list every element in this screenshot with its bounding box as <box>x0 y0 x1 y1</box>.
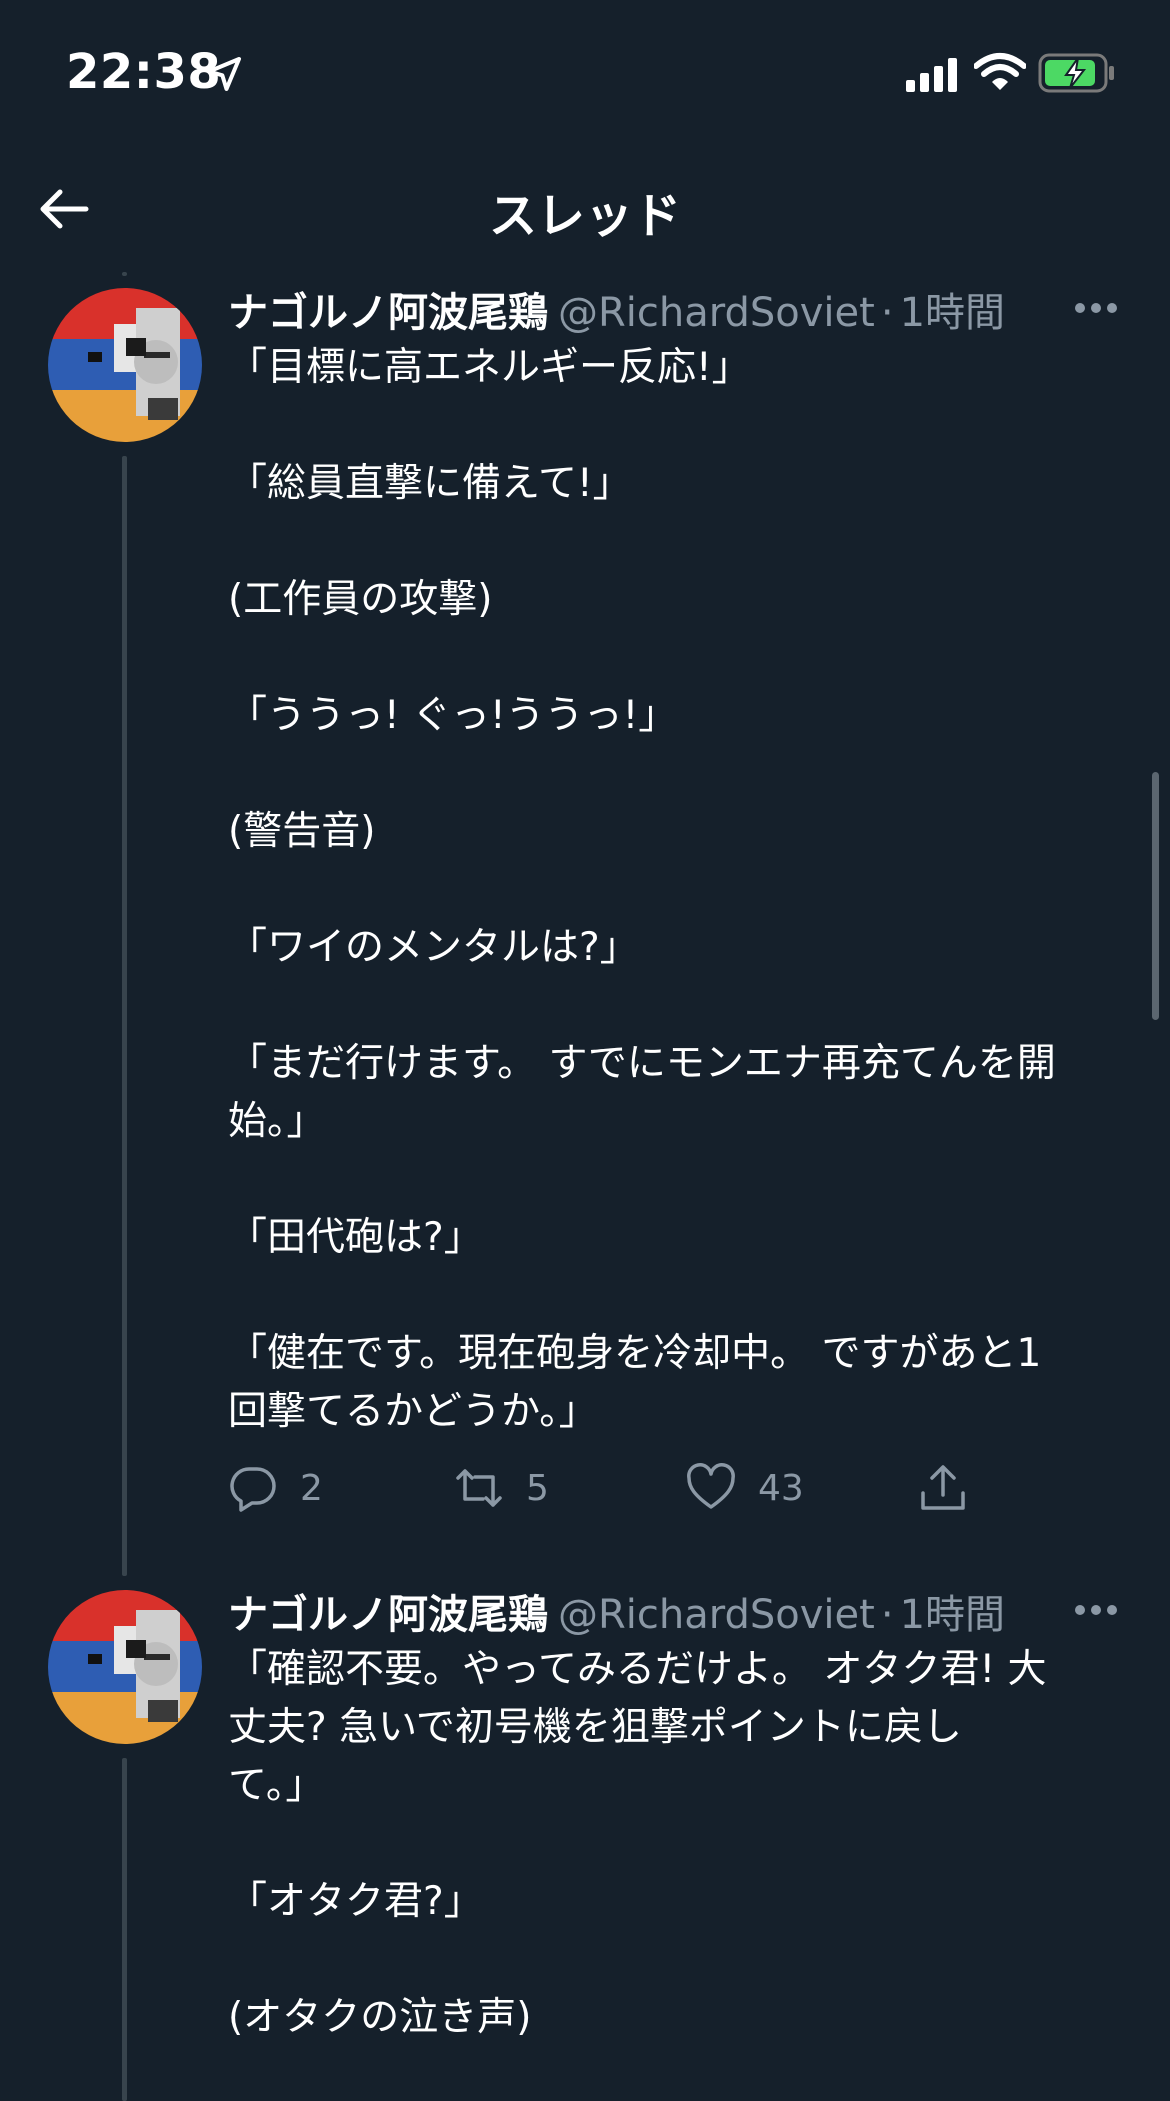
reply-button[interactable]: 2 <box>228 1458 323 1518</box>
tweet-text-line: 回撃てるかどうか。」 <box>228 1389 598 1434</box>
cellular-signal-icon <box>906 58 957 92</box>
avatar[interactable] <box>48 1590 202 1744</box>
retweet-icon <box>456 1469 502 1507</box>
tweet-text-line: (警告音) <box>228 809 376 854</box>
tweet-text-line: て。」 <box>228 1763 325 1808</box>
separator-dot: · <box>880 290 894 336</box>
heart-icon <box>687 1463 735 1509</box>
tweet-text-line: 「目標に高エネルギー反応!」 <box>228 345 751 390</box>
author-handle[interactable]: @RichardSoviet <box>558 1592 875 1638</box>
thread-connector <box>122 456 127 1576</box>
tweet-text-line: 始。」 <box>228 1099 326 1144</box>
tweet-text-line: (工作員の攻撃) <box>228 577 493 622</box>
tweet-text-line: (オタクの泣き声) <box>228 1995 532 2040</box>
page-title: スレッド <box>488 188 681 244</box>
tweet-text-line: 「まだ行けます。 すでにモンエナ再充てんを開 <box>228 1041 1056 1086</box>
author-name[interactable]: ナゴルノ阿波尾鶏 <box>228 290 548 336</box>
reply-count: 2 <box>300 1467 323 1509</box>
tweet-text-line: 「ううっ! ぐっ!ううっ!」 <box>228 693 678 738</box>
retweet-button[interactable]: 5 <box>454 1458 549 1518</box>
thread-connector <box>122 1758 127 2101</box>
tweet-text-line: 丈夫? 急いで初号機を狙撃ポイントに戻し <box>228 1705 962 1750</box>
tweet-text: 「確認不要。やってみるだけよ。 オタク君! 大丈夫? 急いで初号機を狙撃ポイント… <box>228 1641 1128 2047</box>
more-options-icon[interactable] <box>1072 300 1120 316</box>
retweet-count: 5 <box>526 1467 549 1509</box>
reply-icon <box>230 1467 276 1512</box>
thread-connector <box>122 272 127 276</box>
battery-charging-icon <box>1038 53 1114 93</box>
wifi-icon <box>974 53 1026 90</box>
more-options-icon[interactable] <box>1072 1602 1120 1618</box>
tweet-header: ナゴルノ阿波尾鶏 @RichardSoviet · 1時間 <box>228 280 1128 338</box>
screen: 22:38 スレッド ナゴルノ阿波尾鶏 @RichardSoviet · 1時間… <box>0 0 1170 2101</box>
tweet-text-line: 「ワイのメンタルは?」 <box>228 925 639 970</box>
separator-dot: · <box>880 1592 894 1638</box>
avatar[interactable] <box>48 288 202 442</box>
scrollbar[interactable] <box>1152 772 1159 1020</box>
tweet-text-line: 「総員直撃に備えて!」 <box>228 461 632 506</box>
like-button[interactable]: 43 <box>686 1458 804 1518</box>
share-icon <box>921 1465 965 1510</box>
tweet-time[interactable]: 1時間 <box>900 290 1005 336</box>
status-bar: 22:38 <box>0 0 1170 150</box>
author-name[interactable]: ナゴルノ阿波尾鶏 <box>228 1592 548 1638</box>
like-count: 43 <box>758 1467 804 1509</box>
status-time: 22:38 <box>66 44 222 100</box>
tweet-time[interactable]: 1時間 <box>900 1592 1005 1638</box>
tweet-header: ナゴルノ阿波尾鶏 @RichardSoviet · 1時間 <box>228 1582 1128 1640</box>
author-handle[interactable]: @RichardSoviet <box>558 290 875 336</box>
tweet-actions: 2 5 43 <box>228 1458 1028 1518</box>
tweet-text: 「目標に高エネルギー反応!」 「総員直撃に備えて!」 (工作員の攻撃) 「ううっ! ぐ… <box>228 339 1128 1441</box>
tweet-text-line: 「オタク君?」 <box>228 1879 483 1924</box>
location-arrow-icon <box>207 57 241 91</box>
share-button[interactable] <box>918 1458 968 1518</box>
tweet-text-line: 「確認不要。やってみるだけよ。 オタク君! 大 <box>228 1647 1047 1692</box>
tweet-text-line: 「健在です。現在砲身を冷却中。 ですがあと1 <box>228 1331 1042 1376</box>
tweet-text-line: 「田代砲は?」 <box>228 1215 483 1260</box>
